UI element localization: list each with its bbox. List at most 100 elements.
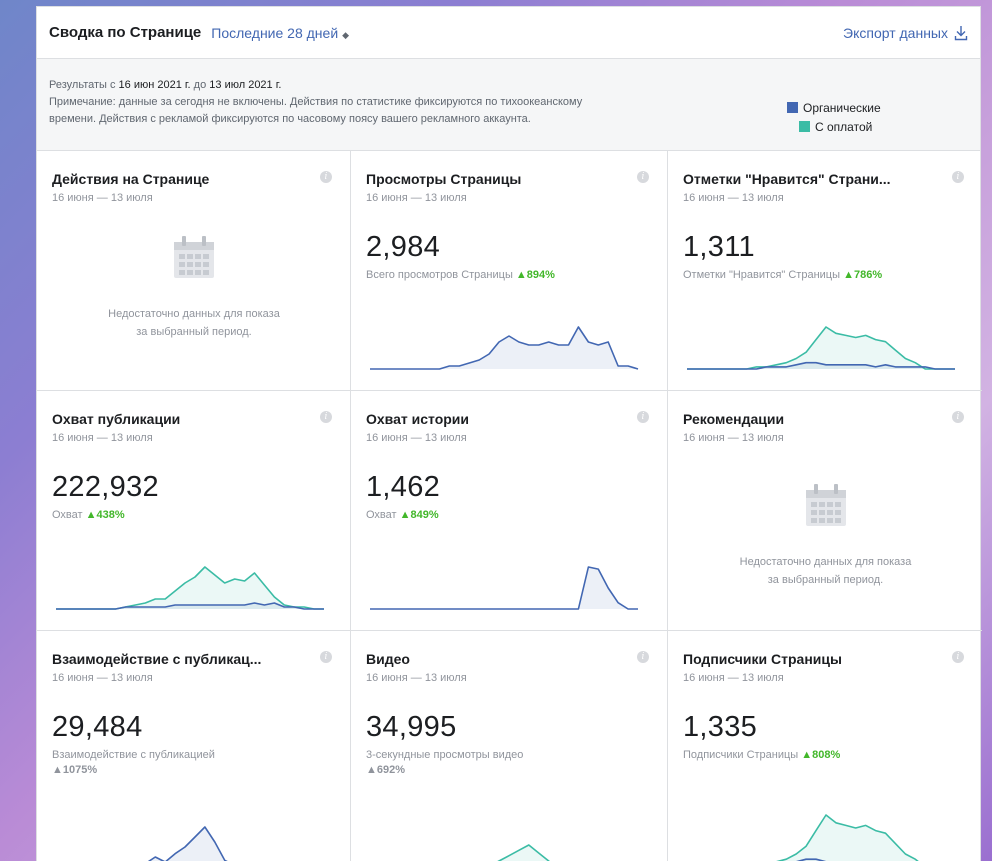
series-area (370, 327, 638, 369)
info-icon[interactable]: i (637, 651, 649, 663)
results-note: Результаты с 16 июн 2021 г. до 13 июл 20… (37, 59, 980, 151)
results-range: Результаты с 16 июн 2021 г. до 13 июл 20… (49, 77, 968, 94)
card-title: Отметки "Нравится" Страни... (683, 171, 891, 187)
metric-change: ▲1075% (52, 764, 98, 776)
metric-caption: Охват ▲438% (52, 508, 336, 523)
card-page-followers[interactable]: Подписчики Страницы i 16 июня — 13 июля … (668, 631, 982, 861)
card-post-engagement[interactable]: Взаимодействие с публикац... i 16 июня —… (37, 631, 351, 861)
no-data-block: Недостаточно данных для показа за выбран… (683, 482, 968, 589)
export-data-link[interactable]: Экспорт данных (843, 25, 968, 41)
sparkline-chart (370, 566, 638, 610)
download-icon (954, 25, 968, 40)
metric-label: Взаимодействие с публикацией (52, 749, 215, 761)
metric-label: Всего просмотров Страницы (366, 269, 513, 281)
results-prefix: Результаты с (49, 79, 119, 91)
info-icon[interactable]: i (952, 411, 964, 423)
sparkline-chart (56, 566, 324, 610)
card-date-range: 16 июня — 13 июля (52, 672, 153, 684)
legend-paid-swatch (799, 121, 810, 132)
legend-organic-swatch (787, 102, 798, 113)
page-summary-panel: Сводка по Странице Последние 28 дней ◆ Эк… (36, 6, 982, 861)
card-recommendations[interactable]: Рекомендации i 16 июня — 13 июля Недоста… (668, 391, 982, 631)
no-data-line-2: за выбранный период. (767, 574, 884, 586)
no-data-line-2: за выбранный период. (136, 326, 252, 338)
no-data-message: Недостаточно данных для показа за выбран… (683, 553, 968, 589)
legend-paid: С оплатой (799, 118, 881, 137)
card-date-range: 16 июня — 13 июля (366, 432, 467, 444)
card-date-range: 16 июня — 13 июля (52, 192, 153, 204)
metric-change: ▲808% (801, 749, 841, 761)
card-title: Охват публикации (52, 411, 181, 427)
series-line-paid (497, 844, 550, 861)
info-icon[interactable]: i (637, 411, 649, 423)
legend-paid-label: С оплатой (815, 120, 873, 134)
metric-label: 3-секундные просмотры видео (366, 749, 524, 761)
date-range-label: Последние 28 дней (211, 24, 339, 41)
metric-caption: Подписчики Страницы ▲808% (683, 748, 968, 763)
info-icon[interactable]: i (952, 651, 964, 663)
card-video[interactable]: Видео i 16 июня — 13 июля 34,995 3-секун… (351, 631, 668, 861)
sort-caret-icon: ◆ (342, 29, 350, 40)
date-range-selector[interactable]: Последние 28 дней ◆ (211, 25, 349, 41)
legend-organic-label: Органические (803, 101, 881, 115)
metric-change: ▲438% (85, 509, 125, 521)
metric-change: ▲849% (399, 509, 439, 521)
info-icon[interactable]: i (320, 171, 332, 183)
card-title: Взаимодействие с публикац... (52, 651, 262, 667)
no-data-line-1: Недостаточно данных для показа (108, 308, 280, 320)
summary-header: Сводка по Странице Последние 28 дней ◆ Эк… (37, 7, 980, 59)
card-page-actions[interactable]: Действия на Странице i 16 июня — 13 июля (37, 151, 351, 391)
info-icon[interactable]: i (320, 651, 332, 663)
calendar-icon (805, 484, 846, 526)
no-data-line-1: Недостаточно данных для показа (739, 556, 912, 568)
page-title: Сводка по Странице (49, 24, 202, 41)
metric-label: Отметки "Нравится" Страницы (683, 269, 841, 281)
metric-change: ▲692% (366, 764, 406, 776)
metric-value: 2,984 (366, 231, 441, 263)
series-area (149, 827, 227, 861)
sparkline-chart (147, 826, 228, 861)
metrics-grid: Действия на Странице i 16 июня — 13 июля (37, 151, 982, 861)
card-title: Охват истории (366, 411, 470, 427)
card-title: Просмотры Страницы (366, 171, 522, 187)
sparkline-chart (370, 326, 639, 370)
card-story-reach[interactable]: Охват истории i 16 июня — 13 июля 1,462 … (351, 391, 668, 631)
metric-value: 222,932 (52, 471, 159, 503)
metric-caption: Всего просмотров Страницы ▲894% (366, 268, 653, 283)
card-date-range: 16 июня — 13 июля (683, 672, 784, 684)
metric-label: Подписчики Страницы (683, 749, 799, 761)
legend: Органические С оплатой (787, 99, 881, 137)
metric-value: 1,311 (683, 231, 755, 263)
metric-change: ▲786% (843, 269, 883, 281)
legend-organic: Органические (787, 99, 881, 118)
card-date-range: 16 июня — 13 июля (683, 432, 784, 444)
series-area (370, 567, 638, 609)
card-page-likes[interactable]: Отметки "Нравится" Страни... i 16 июня —… (668, 151, 982, 391)
card-title: Рекомендации (683, 411, 785, 427)
card-date-range: 16 июня — 13 июля (366, 672, 467, 684)
series-area (56, 567, 324, 609)
card-date-range: 16 июня — 13 июля (52, 432, 153, 444)
metric-caption: Охват ▲849% (366, 508, 653, 523)
info-icon[interactable]: i (952, 171, 964, 183)
metric-change: ▲894% (515, 269, 555, 281)
no-data-message: Недостаточно данных для показа за выбран… (52, 305, 336, 341)
results-mid: до (190, 79, 210, 91)
card-title: Видео (366, 651, 410, 667)
results-date-from: 16 июн 2021 г. (118, 79, 191, 91)
card-title: Действия на Странице (52, 171, 210, 187)
metric-value: 34,995 (366, 711, 457, 743)
card-title: Подписчики Страницы (683, 651, 842, 667)
card-page-views[interactable]: Просмотры Страницы i 16 июня — 13 июля 2… (351, 151, 668, 391)
results-date-to: 13 июл 2021 г. (209, 79, 282, 91)
info-icon[interactable]: i (320, 411, 332, 423)
sparkline-chart (687, 326, 955, 370)
metric-label: Охват (52, 509, 83, 521)
calendar-icon (174, 236, 214, 278)
sparkline-chart (776, 814, 919, 861)
metric-value: 1,462 (366, 471, 441, 503)
info-icon[interactable]: i (637, 171, 649, 183)
card-post-reach[interactable]: Охват публикации i 16 июня — 13 июля 222… (37, 391, 351, 631)
card-date-range: 16 июня — 13 июля (683, 192, 784, 204)
card-date-range: 16 июня — 13 июля (366, 192, 467, 204)
